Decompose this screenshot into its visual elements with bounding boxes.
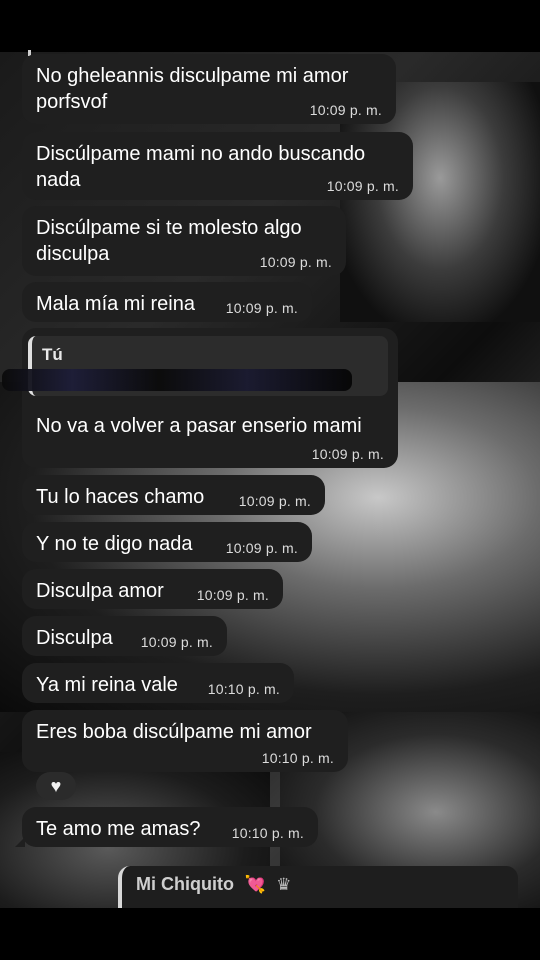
message-bubble[interactable]: Discúlpame mami no ando buscando nada 10… — [22, 132, 413, 200]
message-time: 10:09 p. m. — [238, 493, 311, 509]
message-time: 10:09 p. m. — [309, 102, 382, 118]
message-bubble[interactable]: Disculpa amor 10:09 p. m. — [22, 569, 283, 609]
message-time: 10:09 p. m. — [311, 446, 384, 462]
message-bubble[interactable]: Te amo me amas? 10:10 p. m. — [15, 807, 318, 847]
message-bubble[interactable]: Tú No va a volver a pasar enserio mami 1… — [22, 328, 398, 468]
bubble-tail — [15, 837, 25, 847]
message-time: 10:09 p. m. — [225, 540, 298, 556]
message-time: 10:10 p. m. — [261, 750, 334, 766]
message-bubble[interactable]: Discúlpame si te molesto algo disculpa 1… — [22, 206, 346, 276]
reply-preview[interactable]: Mi Chiquito 💘 ♛ — [118, 866, 518, 908]
message-text: Eres boba discúlpame mi amor — [36, 721, 312, 743]
quoted-author: Tú — [42, 345, 63, 364]
message-bubble[interactable]: Mala mía mi reina 10:09 p. m. — [22, 282, 312, 322]
reply-author-name: Mi Chiquito — [136, 874, 234, 894]
message-bubble[interactable]: Ya mi reina vale 10:10 p. m. — [22, 663, 294, 703]
message-time: 10:09 p. m. — [196, 587, 269, 603]
crown-icon: ♛ — [276, 875, 292, 894]
message-bubble[interactable]: Disculpa 10:09 p. m. — [22, 616, 227, 656]
message-time: 10:09 p. m. — [259, 254, 332, 270]
heart-arrow-icon: 💘 — [244, 875, 266, 894]
message-time: 10:10 p. m. — [231, 825, 304, 841]
message-time: 10:10 p. m. — [207, 681, 280, 697]
redaction-scribble — [2, 369, 352, 391]
message-reaction[interactable]: ♥ — [36, 772, 76, 800]
message-bubble[interactable]: No gheleannis disculpame mi amor porfsvo… — [22, 54, 396, 124]
message-time: 10:09 p. m. — [326, 178, 399, 194]
message-bubble[interactable]: Y no te digo nada 10:09 p. m. — [22, 522, 312, 562]
heart-icon: ♥ — [50, 775, 62, 796]
message-time: 10:09 p. m. — [225, 300, 298, 316]
top-bar — [0, 0, 540, 52]
message-bubble[interactable]: Eres boba discúlpame mi amor 10:10 p. m. — [22, 710, 348, 772]
chat-screen: No gheleannis disculpame mi amor porfsvo… — [0, 0, 540, 960]
message-text: No va a volver a pasar enserio mami — [36, 415, 362, 437]
bottom-bar — [0, 908, 540, 960]
message-bubble[interactable]: Tu lo haces chamo 10:09 p. m. — [22, 475, 325, 515]
message-time: 10:09 p. m. — [140, 634, 213, 650]
